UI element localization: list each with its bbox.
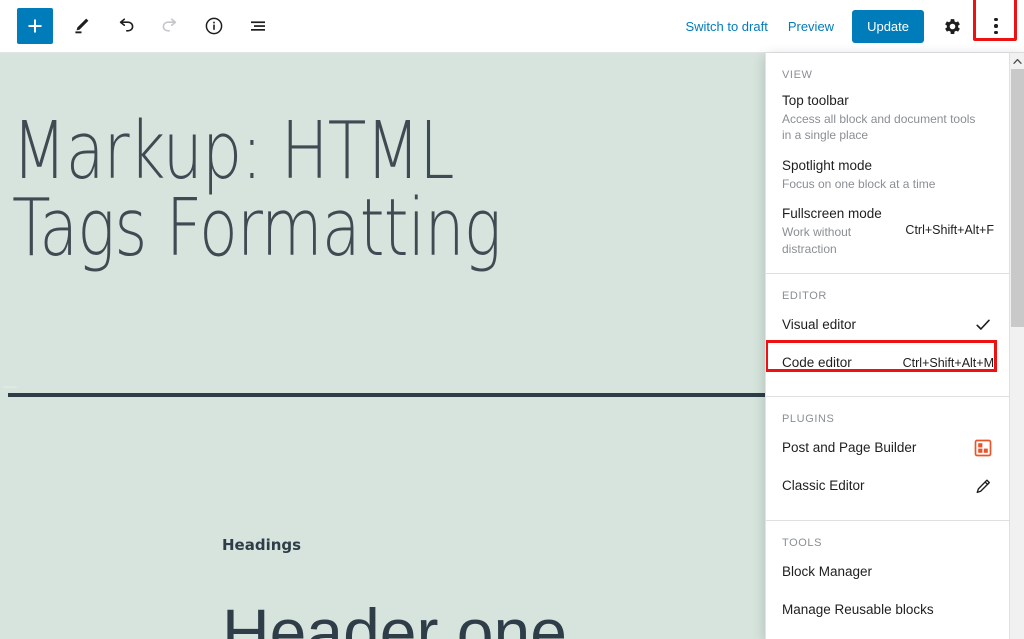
menu-item-fullscreen-mode[interactable]: Fullscreen mode Work without distraction… [766,198,1010,263]
scrollbar-up-button[interactable] [1010,53,1024,69]
menu-section-label-editor: EDITOR [782,289,827,302]
header-one-heading[interactable]: Header one [222,597,567,639]
headings-label[interactable]: Headings [222,536,301,554]
list-view-icon [251,21,265,31]
menu-item-classic-editor[interactable]: Classic Editor [766,467,1010,505]
menu-item-shortcut: Ctrl+Shift+Alt+M [902,356,994,371]
add-block-button[interactable]: Add block [17,8,53,44]
menu-item-title: Top toolbar [782,93,849,108]
menu-item-description: Access all block and document tools in a… [782,112,976,143]
update-button[interactable]: Update [852,9,924,43]
kebab-vertical-icon [994,17,998,35]
menu-item-description: Focus on one block at a time [782,176,936,191]
menu-item-title: Post and Page Builder [782,440,917,456]
menu-item-title: Block Manager [782,563,873,579]
redo-button[interactable]: Redo [151,7,189,45]
chevron-up-icon [1013,58,1022,64]
menu-item-shortcut: Ctrl+Shift+Alt+F [905,223,994,238]
menu-item-title: Fullscreen mode [782,206,882,222]
menu-item-title: Code editor [782,354,852,370]
page-builder-icon [972,439,994,457]
settings-button[interactable] [932,6,972,46]
list-view-button[interactable]: List view [239,7,277,45]
menu-item-block-manager[interactable]: Block Manager [766,553,1010,591]
menu-item-code-editor[interactable]: Code editor Ctrl+Shift+Alt+M [766,339,1010,382]
post-title[interactable]: Markup: HTML Tags Formatting [12,111,604,267]
menu-section-label-plugins: PLUGINS [782,413,835,426]
details-button[interactable]: Details [195,7,233,45]
menu-item-description: Work without distraction [782,225,852,256]
header-left-tools: Add block Tools Undo [0,7,283,45]
pencil-icon [972,478,994,496]
menu-section-label-tools: TOOLS [782,536,823,549]
gear-icon [944,18,960,34]
menu-item-title: Manage Reusable blocks [782,601,934,617]
menu-item-manage-reusable-blocks[interactable]: Manage Reusable blocks [766,591,1010,629]
menu-item-spotlight-mode[interactable]: Spotlight mode Focus on one block at a t… [766,150,1010,198]
redo-arrow-icon [162,18,177,32]
undo-arrow-icon [119,18,134,32]
check-icon [972,316,994,334]
menu-item-title: Visual editor [782,316,857,332]
more-options-menu-list: VIEW Top toolbar Access all block and do… [766,53,1010,639]
plus-icon [28,19,42,33]
menu-scrollbar[interactable] [1009,53,1024,639]
editor-header-toolbar: Add block Tools Undo [0,0,1024,53]
menu-item-keyboard-shortcuts[interactable]: Keyboard shortcuts Shift+Alt+H [766,629,1010,639]
more-options-menu: VIEW Top toolbar Access all block and do… [765,53,1024,639]
more-menu-button[interactable] [973,0,1017,48]
undo-button[interactable]: Undo [107,7,145,45]
pencil-icon [75,18,89,34]
menu-item-top-toolbar[interactable]: Top toolbar Access all block and documen… [766,85,1010,150]
preview-button[interactable]: Preview [778,13,844,40]
menu-item-post-and-page-builder[interactable]: Post and Page Builder [766,429,1010,467]
info-circle-icon [205,17,223,35]
header-right-actions: Switch to draft Preview Update [675,0,1024,48]
edit-tool-button[interactable]: Tools [63,7,101,45]
menu-section-label-view: VIEW [782,69,813,81]
scrollbar-thumb[interactable] [1011,69,1024,327]
menu-item-visual-editor[interactable]: Visual editor [766,306,1010,344]
switch-to-draft-button[interactable]: Switch to draft [675,13,777,40]
menu-item-title: Classic Editor [782,478,865,494]
editor-screen: Add block Tools Undo [0,0,1024,639]
menu-item-title: Spotlight mode [782,157,873,173]
